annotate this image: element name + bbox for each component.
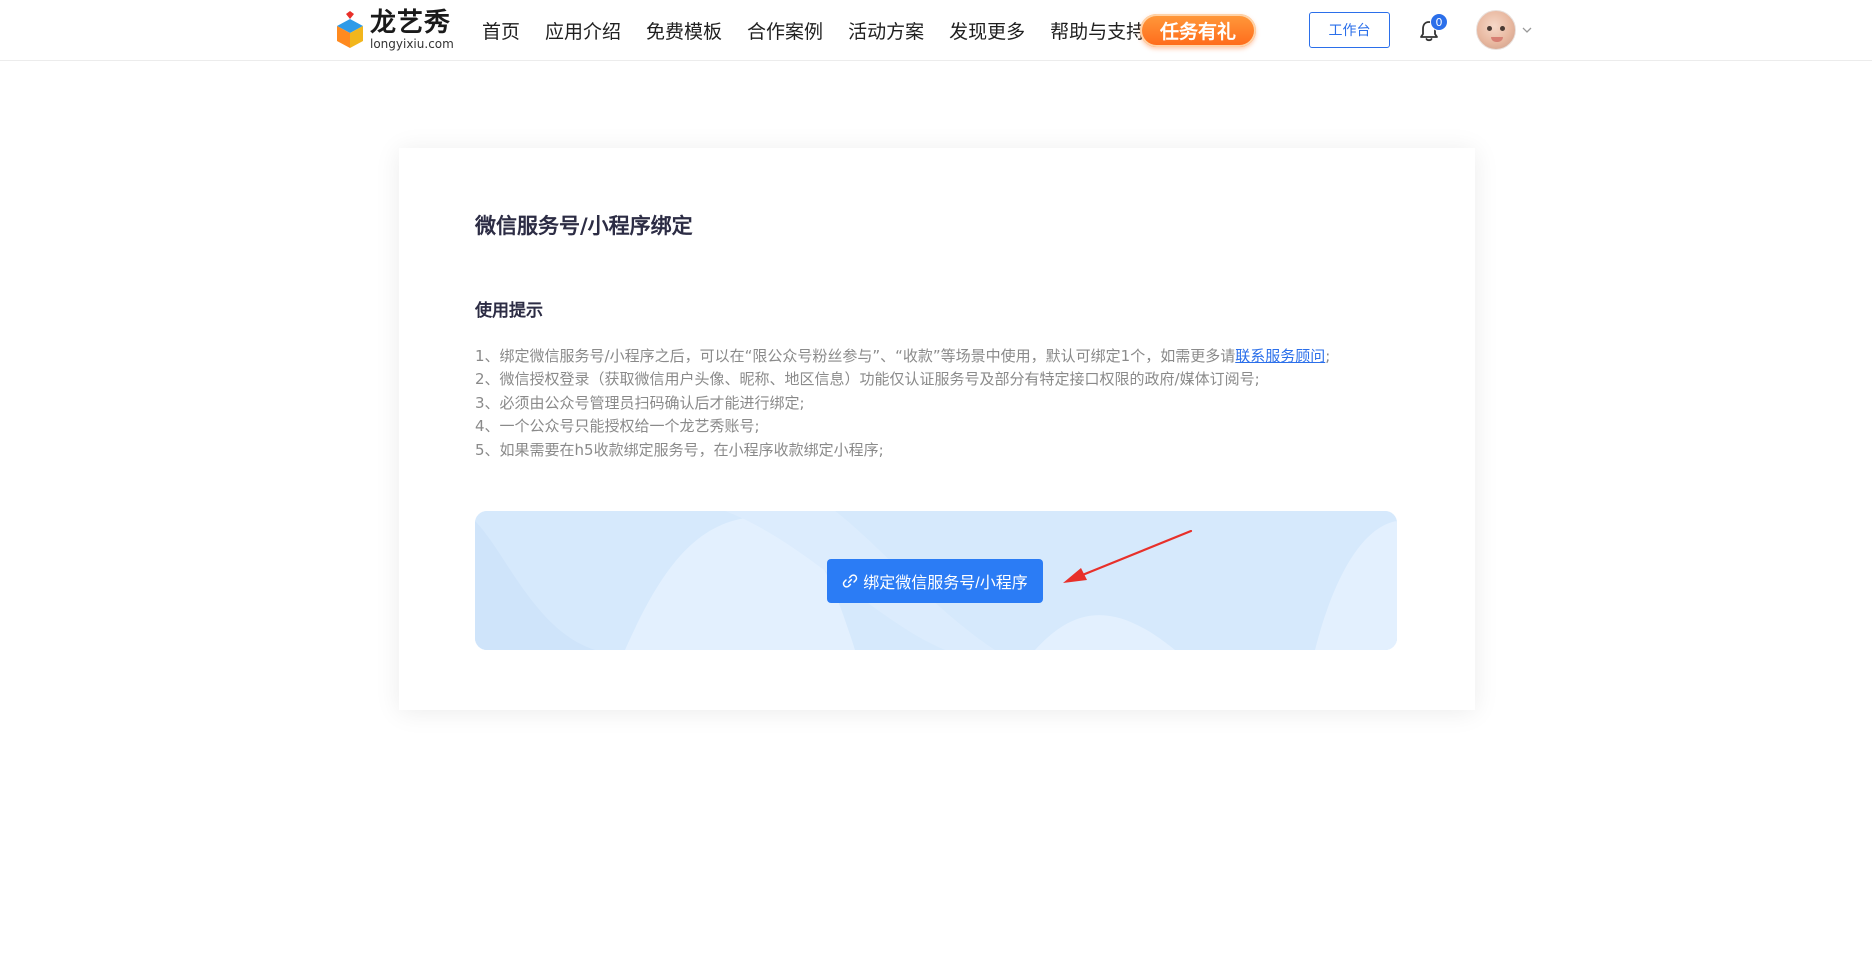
contact-advisor-link[interactable]: 联系服务顾问 xyxy=(1235,347,1325,365)
top-header: 龙艺秀 longyixiu.com 首页 应用介绍 免费模板 合作案例 活动方案… xyxy=(0,0,1872,61)
logo-domain: longyixiu.com xyxy=(370,37,454,51)
tip-item: 5、如果需要在h5收款绑定服务号，在小程序收款绑定小程序; xyxy=(475,440,884,459)
bind-wechat-button[interactable]: 绑定微信服务号/小程序 xyxy=(827,559,1043,603)
bind-wechat-button-label: 绑定微信服务号/小程序 xyxy=(863,575,1028,592)
tip-item: 2、微信授权登录（获取微信用户头像、昵称、地区信息）功能仅认证服务号及部分有特定… xyxy=(475,370,1260,389)
bind-panel: 绑定微信服务号/小程序 xyxy=(475,511,1397,650)
task-reward-button[interactable]: 任务有礼 xyxy=(1140,14,1256,47)
binding-card: 微信服务号/小程序绑定 使用提示 1、绑定微信服务号/小程序之后，可以在“限公众… xyxy=(399,148,1475,710)
tip-item: 4、一个公众号只能授权给一个龙艺秀账号; xyxy=(475,417,760,436)
tip-item: 1、绑定微信服务号/小程序之后，可以在“限公众号粉丝参与”、“收款”等场景中使用… xyxy=(475,347,1331,365)
logo-cube-icon xyxy=(335,11,365,49)
tips-heading: 使用提示 xyxy=(475,301,543,321)
nav-item-home[interactable]: 首页 xyxy=(482,17,520,44)
page-title: 微信服务号/小程序绑定 xyxy=(475,214,693,238)
nav-item-discover-more[interactable]: 发现更多 xyxy=(949,17,1025,44)
workbench-button[interactable]: 工作台 xyxy=(1309,12,1390,48)
tips-list: 1、绑定微信服务号/小程序之后，可以在“限公众号粉丝参与”、“收款”等场景中使用… xyxy=(475,345,1330,462)
nav-item-activity-plans[interactable]: 活动方案 xyxy=(848,17,924,44)
nav-item-cases[interactable]: 合作案例 xyxy=(747,17,823,44)
nav-item-help-support[interactable]: 帮助与支持 xyxy=(1050,17,1145,44)
site-logo[interactable]: 龙艺秀 longyixiu.com xyxy=(335,8,454,51)
chevron-down-icon[interactable] xyxy=(1521,24,1533,36)
red-arrow-annotation xyxy=(1063,530,1193,583)
nav-item-free-templates[interactable]: 免费模板 xyxy=(646,17,722,44)
link-icon xyxy=(843,574,858,588)
avatar[interactable] xyxy=(1476,10,1516,50)
tip-item: 3、必须由公众号管理员扫码确认后才能进行绑定; xyxy=(475,393,805,412)
main-nav: 首页 应用介绍 免费模板 合作案例 活动方案 发现更多 帮助与支持 xyxy=(482,0,1170,61)
notification-badge: 0 xyxy=(1430,13,1448,31)
nav-item-app-intro[interactable]: 应用介绍 xyxy=(545,17,621,44)
logo-title: 龙艺秀 xyxy=(370,8,452,38)
